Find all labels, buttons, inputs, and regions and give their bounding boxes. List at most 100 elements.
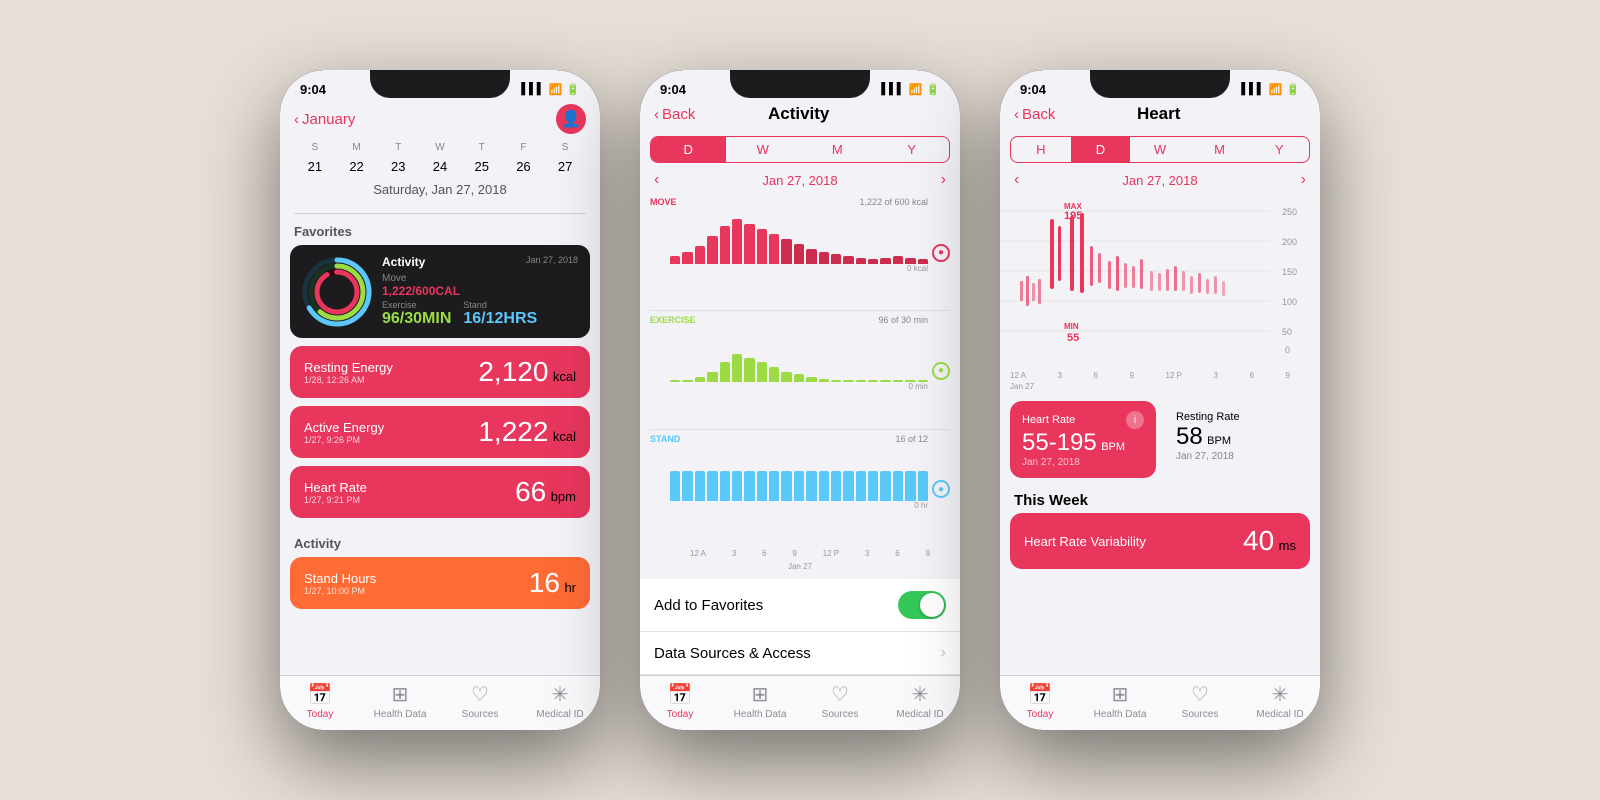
active-energy-unit: kcal xyxy=(553,429,576,444)
seg-w-3[interactable]: W xyxy=(1130,137,1190,162)
heart-rate-unit: bpm xyxy=(551,489,576,504)
tab-today-2[interactable]: 📅 Today xyxy=(640,682,720,720)
exercise-icon: ● xyxy=(932,362,950,380)
chart-area-2: MOVE 1,222 of 600 kcal ● xyxy=(640,191,960,579)
nav-bar-3: ‹ Back Heart xyxy=(1000,100,1320,130)
exercise-bars xyxy=(670,327,928,382)
move-stat: 1,222/600CAL xyxy=(382,284,578,298)
heart-rate-card[interactable]: Heart Rate i 55-195 BPM Jan 27, 2018 xyxy=(1010,401,1156,478)
tab-sources-label-1: Sources xyxy=(462,709,499,720)
tab-today-3[interactable]: 📅 Today xyxy=(1000,682,1080,720)
tab-today-label-2: Today xyxy=(667,709,694,720)
wifi-icon-1: 📶 xyxy=(549,83,563,96)
tab-bar-1: 📅 Today ⊞ Health Data ♡ Sources ✳ Medica… xyxy=(280,675,600,730)
chart-prev-2[interactable]: ‹ xyxy=(654,171,659,189)
heart-info-icon[interactable]: i xyxy=(1126,411,1144,429)
nav-title-3: Heart xyxy=(1137,104,1180,124)
heart-chart-svg: 250 200 150 100 50 0 MAX 195 xyxy=(1000,191,1320,361)
stand-info: 16 of 12 xyxy=(895,434,928,444)
status-bar-1: 9:04 ▌▌▌ 📶 🔋 xyxy=(280,70,600,100)
exercise-stat: 96/30MIN xyxy=(382,310,451,328)
nav-back-label-2: Back xyxy=(662,106,695,123)
add-favorites-row[interactable]: Add to Favorites xyxy=(640,579,960,632)
tab-medical-1[interactable]: ✳ Medical ID xyxy=(520,682,600,720)
seg-m-3[interactable]: M xyxy=(1190,137,1250,162)
hrv-value: 40 xyxy=(1243,525,1274,556)
tab-health-data-3[interactable]: ⊞ Health Data xyxy=(1080,682,1160,720)
stand-icon: ● xyxy=(932,480,950,498)
tab-health-data-1[interactable]: ⊞ Health Data xyxy=(360,682,440,720)
nav-back-2[interactable]: ‹ Back xyxy=(654,106,695,123)
phone-1: 9:04 ▌▌▌ 📶 🔋 ‹ January 👤 xyxy=(280,70,600,730)
seg-d-3[interactable]: D xyxy=(1071,137,1131,162)
tab-sources-label-2: Sources xyxy=(822,709,859,720)
chart-next-3[interactable]: › xyxy=(1301,171,1306,189)
tab-sources-1[interactable]: ♡ Sources xyxy=(440,682,520,720)
chart-next-2[interactable]: › xyxy=(941,171,946,189)
resting-rate-unit: BPM xyxy=(1207,435,1231,447)
status-bar-2: 9:04 ▌▌▌ 📶 🔋 xyxy=(640,70,960,100)
hrv-card[interactable]: Heart Rate Variability 40 ms xyxy=(1010,513,1310,569)
active-energy-sub: 1/27, 9:26 PM xyxy=(304,435,384,445)
seg-y-3[interactable]: Y xyxy=(1249,137,1309,162)
seg-y-2[interactable]: Y xyxy=(875,137,950,162)
resting-energy-tile[interactable]: Resting Energy 1/28, 12:26 AM 2,120 kcal xyxy=(290,346,590,398)
tab-sources-3[interactable]: ♡ Sources xyxy=(1160,682,1240,720)
nav-bar-2: ‹ Back Activity xyxy=(640,100,960,130)
active-energy-tile[interactable]: Active Energy 1/27, 9:26 PM 1,222 kcal xyxy=(290,406,590,458)
svg-text:0: 0 xyxy=(1285,345,1290,355)
data-sources-row[interactable]: Data Sources & Access › xyxy=(640,632,960,675)
ring-stats: Activity Jan 27, 2018 Move 1,222/600CAL … xyxy=(382,255,578,328)
seg-m-2[interactable]: M xyxy=(800,137,875,162)
nav-title-2: Activity xyxy=(768,104,829,124)
signal-icon-3: ▌▌▌ xyxy=(1241,83,1264,95)
phone-1-screen: 9:04 ▌▌▌ 📶 🔋 ‹ January 👤 xyxy=(280,70,600,730)
hrv-unit: ms xyxy=(1279,538,1296,553)
tab-health-label-1: Health Data xyxy=(374,709,427,720)
favorites-toggle[interactable] xyxy=(898,591,946,619)
activity-card[interactable]: Activity Jan 27, 2018 Move 1,222/600CAL … xyxy=(290,245,590,338)
profile-icon-1[interactable]: 👤 xyxy=(556,104,586,134)
calendar-header: S M T W T F S 21 22 23 24 25 26 27 xyxy=(280,140,600,213)
tab-sources-2[interactable]: ♡ Sources xyxy=(800,682,880,720)
svg-text:250: 250 xyxy=(1282,207,1297,217)
time-axis-2: 12 A36912 P369 xyxy=(650,549,950,558)
resting-rate-label: Resting Rate xyxy=(1176,411,1298,423)
tab-health-data-2[interactable]: ⊞ Health Data xyxy=(720,682,800,720)
stand-hours-sub: 1/27, 10:00 PM xyxy=(304,586,376,596)
date-label: Saturday, Jan 27, 2018 xyxy=(294,178,586,205)
resting-rate-card[interactable]: Resting Rate 58 BPM Jan 27, 2018 xyxy=(1164,401,1310,478)
phone-2-screen: 9:04 ▌▌▌ 📶 🔋 ‹ Back Activity D W xyxy=(640,70,960,730)
signal-icon-2: ▌▌▌ xyxy=(881,83,904,95)
exercise-info: 96 of 30 min xyxy=(878,315,928,325)
chart-prev-3[interactable]: ‹ xyxy=(1014,171,1019,189)
tab-today-1[interactable]: 📅 Today xyxy=(280,682,360,720)
move-label: MOVE xyxy=(650,197,677,207)
stand-section: STAND 16 of 12 ● xyxy=(650,432,950,547)
data-sources-arrow: › xyxy=(941,644,946,662)
tab-medical-2[interactable]: ✳ Medical ID xyxy=(880,682,960,720)
heart-rate-sub: 1/27, 9:21 PM xyxy=(304,495,367,505)
seg-h-3[interactable]: H xyxy=(1011,137,1071,162)
tab-sources-label-3: Sources xyxy=(1182,709,1219,720)
tab-bar-2: 📅 Today ⊞ Health Data ♡ Sources ✳ Medica… xyxy=(640,675,960,730)
phones-container: 9:04 ▌▌▌ 📶 🔋 ‹ January 👤 xyxy=(260,50,1340,750)
today-icon-3: 📅 xyxy=(1028,682,1053,707)
move-section: MOVE 1,222 of 600 kcal ● xyxy=(650,195,950,311)
nav-back-3[interactable]: ‹ Back xyxy=(1014,106,1055,123)
resting-energy-unit: kcal xyxy=(553,369,576,384)
heart-time-axis: 12 A36912 P369 xyxy=(1000,371,1320,380)
heart-rate-tile[interactable]: Heart Rate 1/27, 9:21 PM 66 bpm xyxy=(290,466,590,518)
sources-icon-2: ♡ xyxy=(831,682,849,707)
stand-hours-tile[interactable]: Stand Hours 1/27, 10:00 PM 16 hr xyxy=(290,557,590,609)
nav-back-1[interactable]: ‹ January xyxy=(294,111,355,128)
chart-date-label-2: Jan 27 xyxy=(650,562,950,571)
tab-medical-3[interactable]: ✳ Medical ID xyxy=(1240,682,1320,720)
stand-bars xyxy=(670,446,928,501)
seg-d-2[interactable]: D xyxy=(651,137,726,162)
sources-icon-1: ♡ xyxy=(471,682,489,707)
status-icons-2: ▌▌▌ 📶 🔋 xyxy=(881,83,940,96)
seg-w-2[interactable]: W xyxy=(726,137,801,162)
svg-text:200: 200 xyxy=(1282,237,1297,247)
battery-icon-1: 🔋 xyxy=(566,83,580,96)
